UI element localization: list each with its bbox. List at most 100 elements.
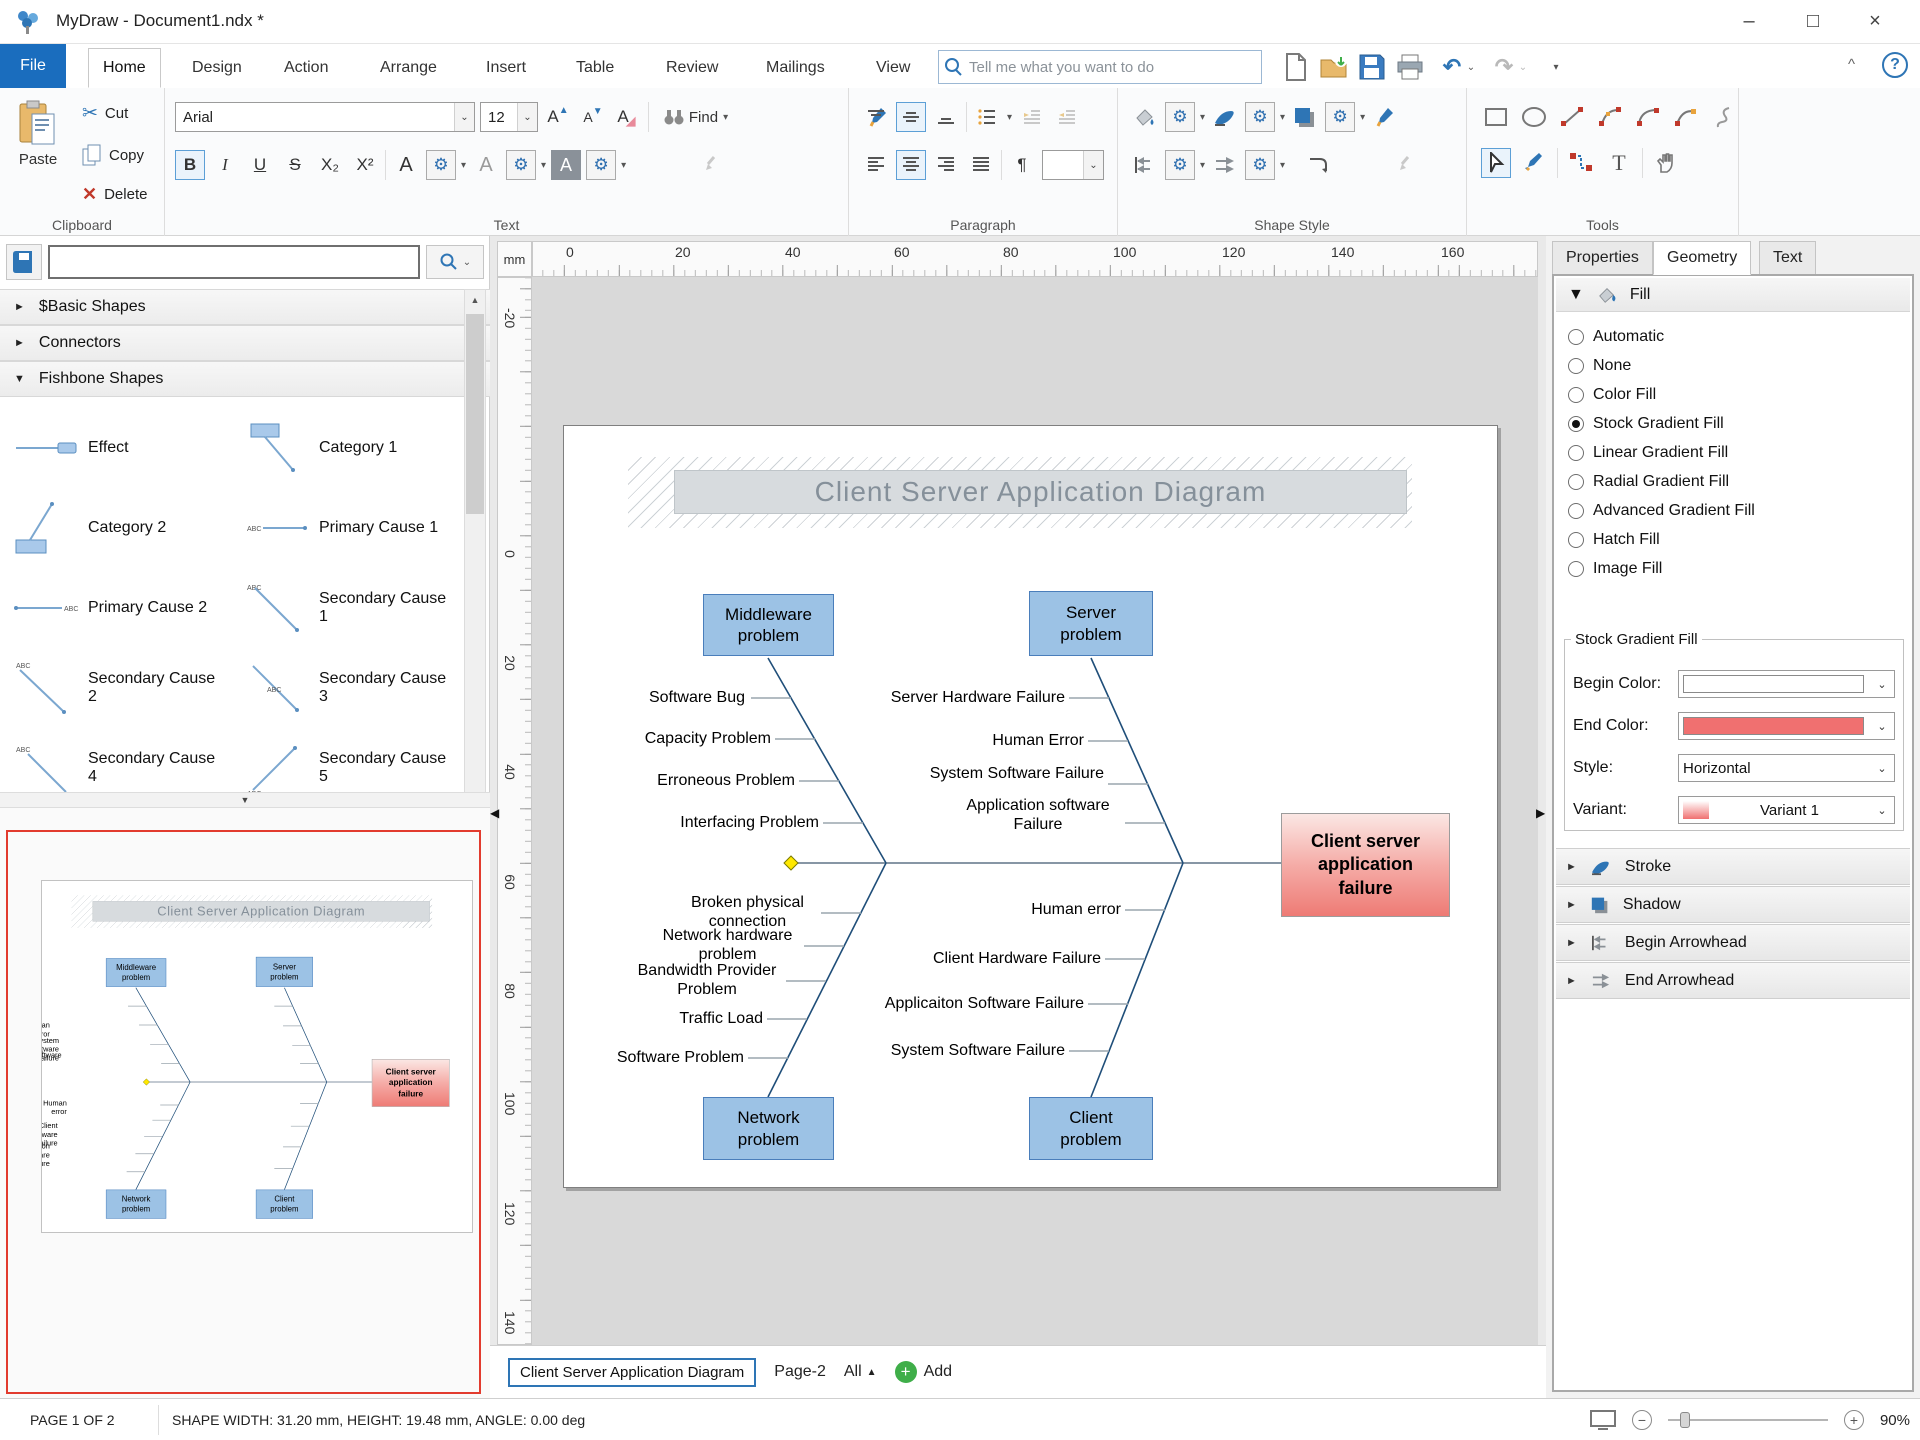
cut-button[interactable]: ✂ Cut [82, 102, 128, 125]
radio-automatic[interactable]: Automatic [1568, 328, 1664, 346]
stroke-tool[interactable] [1210, 102, 1240, 132]
add-page-button[interactable]: + Add [895, 1361, 952, 1383]
cause-label[interactable]: Server Hardware Failure [891, 688, 1065, 707]
section-fishbone-shapes[interactable]: ▼ Fishbone Shapes [0, 361, 490, 397]
cause-label[interactable]: Erroneous Problem [657, 771, 795, 790]
fill-tool[interactable] [1130, 102, 1160, 132]
category-box-client[interactable]: Client problem [256, 1190, 313, 1219]
section-basic-shapes[interactable]: ► $Basic Shapes [0, 289, 490, 325]
shape-effect[interactable]: Effect [0, 408, 231, 488]
font-color-letter[interactable]: A [391, 150, 421, 180]
scroll-up-icon[interactable]: ▲ [465, 290, 485, 310]
shape-search-input[interactable] [48, 245, 420, 279]
shadow-gear-button[interactable]: ⚙ [1325, 102, 1355, 132]
control-point-diamond[interactable] [784, 856, 798, 870]
file-menu-button[interactable]: File [0, 44, 66, 88]
radio-linear-gradient-fill[interactable]: Linear Gradient Fill [1568, 444, 1728, 462]
category-box-server[interactable]: Server problem [256, 957, 313, 987]
chevron-down-icon[interactable]: ▾ [1360, 112, 1365, 123]
shape-secondary-cause-1[interactable]: ABC Secondary Cause 1 [231, 568, 462, 648]
shape-search-button[interactable]: ⌄ [426, 245, 484, 279]
undo-dropdown[interactable]: ⌄ [1463, 52, 1479, 82]
cause-label[interactable]: Human error [42, 1099, 67, 1117]
collapse-ribbon-button[interactable]: ^ [1848, 56, 1855, 73]
cause-label[interactable]: Human error [1031, 900, 1121, 919]
cause-label[interactable]: Applicaiton Software Failure [885, 994, 1084, 1013]
chevron-down-icon[interactable]: ▾ [1007, 112, 1012, 123]
zoom-in-button[interactable]: + [1844, 1410, 1864, 1430]
cause-label[interactable]: Software Problem [617, 1048, 744, 1067]
minimize-button[interactable]: – [1726, 4, 1772, 38]
cause-label[interactable]: Traffic Load [679, 1009, 763, 1028]
font-color-gear-button[interactable]: ⚙ [426, 150, 456, 180]
end-color-combo[interactable]: ⌄ [1678, 712, 1895, 740]
zoom-out-button[interactable]: − [1632, 1410, 1652, 1430]
category-box-client[interactable]: Client problem [1029, 1097, 1153, 1160]
drawing-page[interactable]: Client Server Application Diagram [563, 425, 1498, 1188]
delete-button[interactable]: ✕ Delete [82, 184, 147, 205]
end-arrowhead-gear-button[interactable]: ⚙ [1245, 150, 1275, 180]
subscript-button[interactable]: X₂ [315, 150, 345, 180]
chevron-down-icon[interactable]: ▾ [1280, 112, 1285, 123]
pen-tool[interactable] [1519, 148, 1549, 178]
corner-rounding-tool[interactable] [1304, 150, 1334, 180]
page-thumbnail[interactable]: Client Server Application Diagram [41, 880, 473, 1233]
cause-label[interactable]: Bandwidth Provider Problem [632, 961, 782, 999]
align-left-button[interactable] [861, 150, 891, 180]
text-outline-gear-button[interactable]: ⚙ [506, 150, 536, 180]
collapse-panel-left-icon[interactable]: ◀ [490, 806, 499, 820]
underline-button[interactable]: U [245, 150, 275, 180]
effect-box[interactable]: Client server application failure [1281, 813, 1450, 917]
print-button[interactable] [1395, 52, 1425, 82]
maximize-button[interactable]: □ [1790, 4, 1836, 38]
radio-advanced-gradient-fill[interactable]: Advanced Gradient Fill [1568, 502, 1755, 520]
tab-home[interactable]: Home [88, 48, 161, 88]
chevron-down-icon[interactable]: ⌄ [1083, 151, 1103, 179]
align-bottom-button[interactable] [931, 102, 961, 132]
shrink-font-button[interactable]: A▼ [578, 102, 608, 132]
pan-tool[interactable] [1651, 148, 1681, 178]
library-button[interactable] [6, 244, 42, 280]
shape-primary-cause-1[interactable]: ABC Primary Cause 1 [231, 488, 462, 568]
search-input[interactable] [969, 59, 1261, 76]
fill-gear-button[interactable]: ⚙ [1165, 102, 1195, 132]
paragraph-style-combo[interactable]: ⌄ [1042, 150, 1104, 180]
strikethrough-button[interactable]: S [280, 150, 310, 180]
begin-arrowhead-tool[interactable] [1130, 150, 1160, 180]
tab-view[interactable]: View [862, 48, 924, 88]
increase-indent-button[interactable] [1017, 102, 1047, 132]
collapse-panel-right-icon[interactable]: ▶ [1536, 806, 1545, 820]
radio-stock-gradient-fill[interactable]: Stock Gradient Fill [1568, 415, 1724, 433]
pilcrow-button[interactable]: ¶ [1007, 150, 1037, 180]
chevron-down-icon[interactable]: ⌄ [454, 103, 474, 131]
cause-label[interactable]: Interfacing Problem [680, 813, 819, 832]
effect-box[interactable]: Client server application failure [372, 1059, 450, 1107]
align-justify-button[interactable] [966, 150, 996, 180]
shape-primary-cause-2[interactable]: ABC Primary Cause 2 [0, 568, 231, 648]
drawing-page[interactable]: Client Server Application Diagram [42, 881, 240, 1233]
highlight-letter[interactable]: A [551, 150, 581, 180]
begin-arrowhead-gear-button[interactable]: ⚙ [1165, 150, 1195, 180]
tab-action[interactable]: Action [270, 48, 342, 88]
page-tab-2[interactable]: Page-2 [774, 1363, 826, 1381]
chevron-down-icon[interactable]: ▾ [1200, 112, 1205, 123]
bezier-tool[interactable] [1595, 102, 1625, 132]
tab-text[interactable]: Text [1759, 241, 1816, 275]
begin-color-combo[interactable]: ⌄ [1678, 670, 1895, 698]
align-middle-button[interactable] [896, 102, 926, 132]
font-name-combo[interactable]: Arial⌄ [175, 102, 475, 132]
tab-review[interactable]: Review [652, 48, 732, 88]
shape-secondary-cause-3[interactable]: ABC Secondary Cause 3 [231, 648, 462, 728]
cause-label[interactable]: Applicaiton Software Failure [41, 1142, 50, 1168]
cause-label[interactable]: Human Error [992, 731, 1084, 750]
category-box-network[interactable]: Network problem [106, 1190, 166, 1219]
control-point-diamond[interactable] [143, 1079, 149, 1085]
tab-properties[interactable]: Properties [1552, 241, 1653, 275]
bullet-list-button[interactable] [972, 102, 1002, 132]
radio-radial-gradient-fill[interactable]: Radial Gradient Fill [1568, 473, 1729, 491]
chevron-down-icon[interactable]: ▾ [621, 160, 626, 171]
tab-design[interactable]: Design [178, 48, 256, 88]
tab-geometry[interactable]: Geometry [1653, 241, 1751, 275]
radio-hatch-fill[interactable]: Hatch Fill [1568, 531, 1660, 549]
category-box-network[interactable]: Network problem [703, 1097, 834, 1160]
